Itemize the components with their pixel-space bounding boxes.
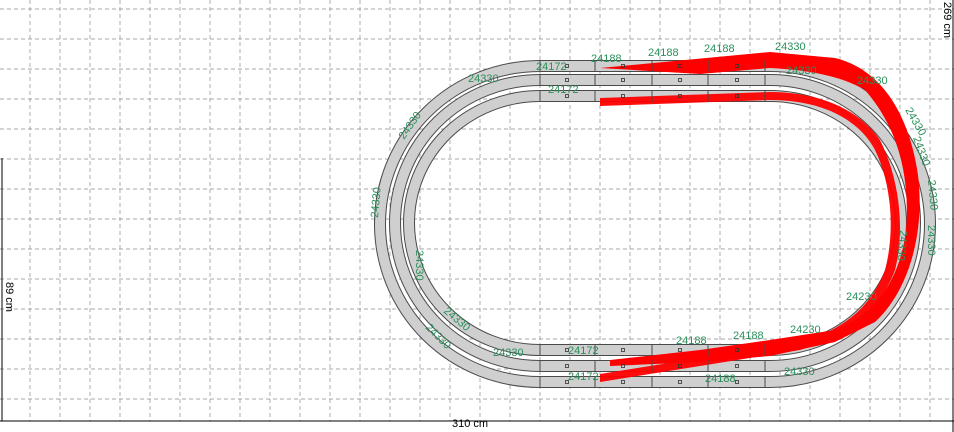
part-label-bottom-2: 24188 [676,335,707,347]
part-label-top-0: 24172 [536,61,567,73]
track-plan-canvas[interactable]: 24172 24172 24188 24188 24188 24330 2433… [0,0,954,432]
part-label-bottom-0: 24172 [568,345,599,357]
part-label-bottom-7: 24330 [784,366,815,378]
part-label-top-4: 24188 [704,43,735,55]
part-label-right-2: 24330 [925,225,937,256]
track-middle-fill [390,75,920,371]
part-label-bottom-8: 24330 [493,347,524,359]
track-inner[interactable] [402,90,908,356]
height-dimension-label: 89 cm [3,282,15,312]
part-label-bottom-5: 24230 [790,324,821,336]
part-label-top-3: 24188 [648,47,679,59]
part-label-left-2: 24330 [413,250,425,281]
part-label-top-5: 24330 [775,41,806,53]
part-label-bottom-3: 24188 [733,330,764,342]
part-label-bottom-6: 24230 [846,291,877,303]
track-middle[interactable] [389,74,921,372]
part-label-bottom-1: 24172 [568,371,599,383]
part-label-bottom-4: 24188 [705,373,736,385]
part-label-top-2: 24188 [591,53,622,65]
part-label-top-8: 24330 [468,73,499,85]
side-dimension-label: 269 cm [941,2,953,38]
width-dimension-label: 310 cm [452,418,488,430]
part-label-top-6: 24330 [786,65,817,77]
track-inner-fill [403,91,907,355]
part-label-top-7: 24330 [857,75,888,87]
part-label-top-1: 24172 [548,84,579,96]
